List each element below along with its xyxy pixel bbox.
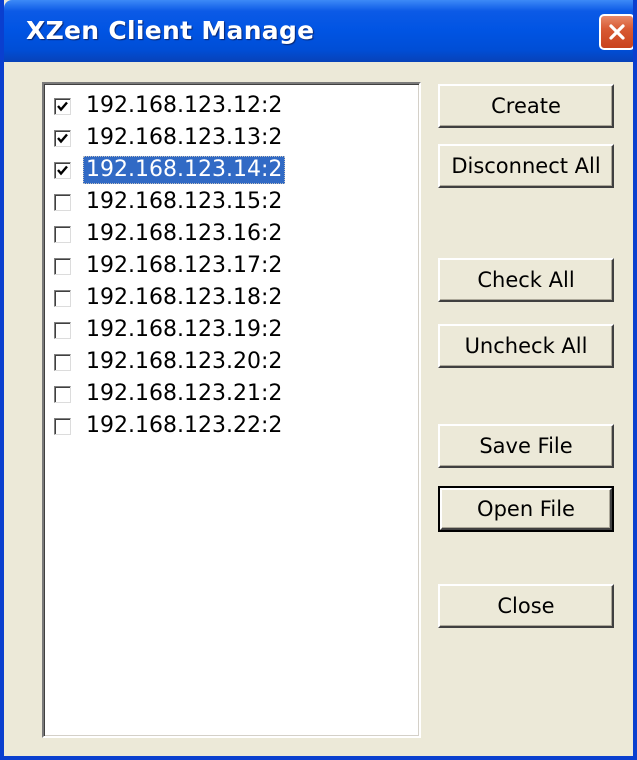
item-label: 192.168.123.19:2	[86, 317, 283, 342]
checkmark-icon	[57, 101, 68, 111]
client-list[interactable]: 192.168.123.12:2 192.168.123.13:2 192.16…	[42, 82, 421, 738]
item-label: 192.168.123.17:2	[86, 253, 283, 278]
item-checkbox[interactable]	[54, 385, 71, 403]
disconnect-all-button[interactable]: Disconnect All	[438, 144, 614, 188]
list-item[interactable]: 192.168.123.12:2	[54, 90, 285, 122]
item-label: 192.168.123.21:2	[86, 381, 283, 406]
item-label: 192.168.123.16:2	[86, 221, 283, 246]
item-checkbox[interactable]	[54, 289, 71, 307]
checkmark-icon	[57, 133, 68, 143]
client-manage-window: XZen Client Manage 192.168.123.12:2 192.…	[0, 0, 637, 760]
checkmark-icon	[57, 165, 68, 175]
list-item[interactable]: 192.168.123.21:2	[54, 378, 285, 410]
item-label: 192.168.123.14:2	[83, 156, 286, 184]
list-item[interactable]: 192.168.123.20:2	[54, 346, 285, 378]
item-checkbox[interactable]	[54, 161, 71, 179]
check-all-button[interactable]: Check All	[438, 258, 614, 302]
list-item[interactable]: 192.168.123.16:2	[54, 218, 285, 250]
item-checkbox[interactable]	[54, 129, 71, 147]
list-item[interactable]: 192.168.123.15:2	[54, 186, 285, 218]
item-label: 192.168.123.20:2	[86, 349, 283, 374]
title-bar[interactable]: XZen Client Manage	[4, 0, 633, 62]
create-button[interactable]: Create	[438, 84, 614, 128]
item-label: 192.168.123.22:2	[86, 413, 283, 438]
item-checkbox[interactable]	[54, 321, 71, 339]
item-checkbox[interactable]	[54, 417, 71, 435]
save-file-button[interactable]: Save File	[438, 424, 614, 468]
close-window-button[interactable]	[599, 14, 633, 50]
list-item[interactable]: 192.168.123.14:2	[54, 154, 286, 186]
list-item[interactable]: 192.168.123.18:2	[54, 282, 285, 314]
list-item[interactable]: 192.168.123.19:2	[54, 314, 285, 346]
item-label: 192.168.123.18:2	[86, 285, 283, 310]
item-label: 192.168.123.13:2	[86, 125, 283, 150]
list-item[interactable]: 192.168.123.17:2	[54, 250, 285, 282]
close-button[interactable]: Close	[438, 584, 614, 628]
item-label: 192.168.123.15:2	[86, 189, 283, 214]
item-label: 192.168.123.12:2	[86, 93, 283, 118]
item-checkbox[interactable]	[54, 257, 71, 275]
item-checkbox[interactable]	[54, 193, 71, 211]
list-item[interactable]: 192.168.123.22:2	[54, 410, 285, 442]
list-item[interactable]: 192.168.123.13:2	[54, 122, 285, 154]
window-title: XZen Client Manage	[26, 16, 315, 45]
uncheck-all-button[interactable]: Uncheck All	[438, 324, 614, 368]
open-file-button[interactable]: Open File	[438, 486, 614, 532]
item-checkbox[interactable]	[54, 353, 71, 371]
item-checkbox[interactable]	[54, 97, 71, 115]
item-checkbox[interactable]	[54, 225, 71, 243]
close-icon	[607, 22, 627, 42]
